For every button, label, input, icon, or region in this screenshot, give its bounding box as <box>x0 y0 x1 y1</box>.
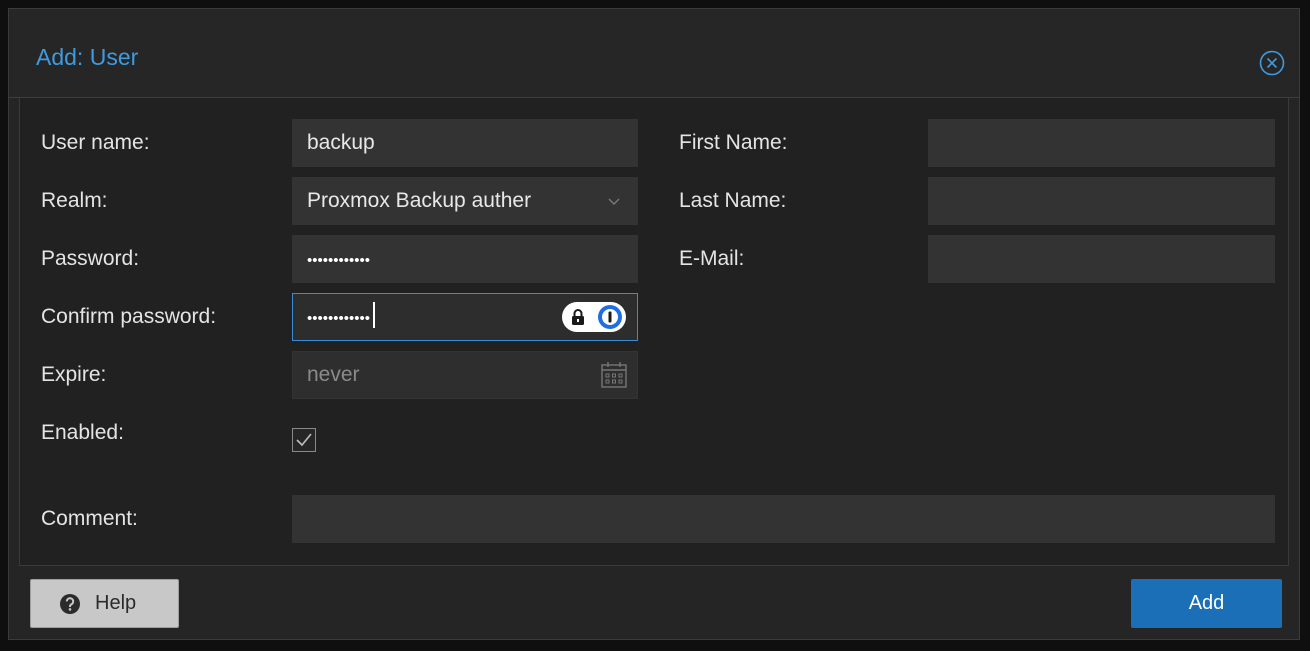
last-name-input[interactable] <box>928 177 1275 225</box>
dialog-footer: Help Add <box>9 566 1299 641</box>
help-button-label: Help <box>95 592 137 614</box>
comment-input[interactable] <box>292 495 1275 543</box>
lock-icon <box>572 309 584 325</box>
comment-label: Comment: <box>41 507 138 530</box>
password-manager-icon <box>598 305 622 329</box>
expire-date-input[interactable]: never <box>292 351 638 399</box>
help-icon <box>60 593 80 614</box>
dialog-header: Add: User <box>9 9 1299 98</box>
realm-label: Realm: <box>41 189 108 212</box>
password-manager-badge[interactable] <box>562 302 626 332</box>
email-input[interactable] <box>928 235 1275 283</box>
first-name-input[interactable] <box>928 119 1275 167</box>
checkmark-icon <box>296 433 312 447</box>
confirm-password-label: Confirm password: <box>41 305 217 328</box>
last-name-label: Last Name: <box>679 189 787 212</box>
confirm-password-input[interactable]: •••••••••••• <box>292 293 638 341</box>
username-label: User name: <box>41 131 150 154</box>
enabled-label: Enabled: <box>41 421 124 444</box>
email-label: E-Mail: <box>679 247 745 270</box>
realm-value: Proxmox Backup auther <box>307 189 532 212</box>
password-label: Password: <box>41 247 140 270</box>
expire-label: Expire: <box>41 363 107 386</box>
text-caret <box>373 302 376 329</box>
chevron-down-icon[interactable] <box>607 178 621 224</box>
close-icon[interactable] <box>1258 49 1286 77</box>
confirm-password-value: •••••••••••• <box>307 310 371 327</box>
dialog-body: User name: backup Realm: Proxmox Backup … <box>19 98 1289 566</box>
add-button[interactable]: Add <box>1131 579 1282 628</box>
password-value: •••••••••••• <box>307 252 371 269</box>
dialog-title: Add: User <box>36 44 139 70</box>
username-value: backup <box>307 131 375 154</box>
help-button[interactable]: Help <box>30 579 179 628</box>
enabled-checkbox[interactable] <box>292 428 316 452</box>
calendar-icon[interactable] <box>599 360 629 390</box>
add-user-dialog: Add: User User name: backup Realm: Proxm… <box>8 8 1300 640</box>
username-input[interactable]: backup <box>292 119 638 167</box>
first-name-label: First Name: <box>679 131 788 154</box>
password-input[interactable]: •••••••••••• <box>292 235 638 283</box>
realm-select[interactable]: Proxmox Backup auther <box>292 177 638 225</box>
expire-placeholder: never <box>307 363 360 386</box>
